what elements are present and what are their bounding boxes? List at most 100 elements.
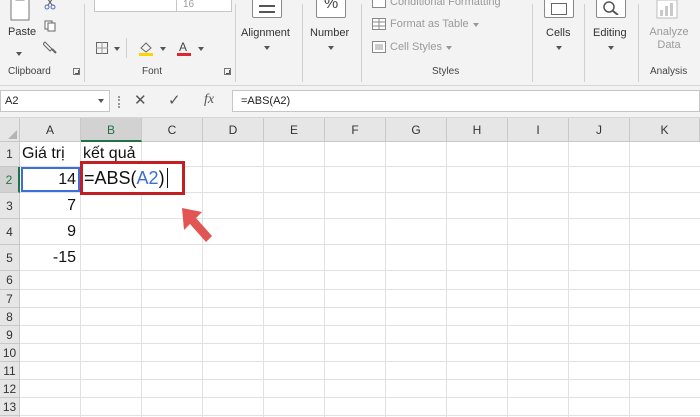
row-header-12[interactable]: 12 — [0, 380, 20, 398]
conditional-formatting-button[interactable]: Conditional Formatting — [390, 0, 501, 8]
fill-color-dropdown-icon[interactable] — [160, 47, 166, 51]
cancel-icon[interactable]: ✕ — [134, 91, 147, 109]
row-header-11[interactable]: 11 — [0, 362, 20, 380]
font-name-box[interactable] — [94, 0, 184, 12]
gridline — [20, 307, 700, 308]
formula-bar-grip-icon[interactable] — [118, 96, 120, 108]
column-header-c[interactable]: C — [142, 118, 203, 142]
data-label: Data — [657, 39, 681, 51]
borders-icon[interactable] — [96, 42, 108, 54]
cells-dropdown-icon[interactable] — [556, 46, 562, 50]
cell-a2[interactable]: 14 — [21, 167, 80, 193]
divider — [532, 4, 533, 82]
row-header-4[interactable]: 4 — [0, 219, 20, 245]
formula-prefix: =ABS( — [84, 168, 137, 188]
column-header-b[interactable]: B — [81, 118, 142, 142]
paste-icon — [10, 0, 30, 21]
divider — [235, 4, 236, 82]
row-header-1[interactable]: 1 — [0, 142, 20, 167]
cell-a1[interactable]: Giá trị — [22, 141, 65, 167]
format-as-table-dropdown-icon[interactable] — [473, 23, 479, 27]
analysis-group-label: Analysis — [650, 66, 688, 77]
alignment-dropdown-icon[interactable] — [264, 46, 270, 50]
clipboard-group-label: Clipboard — [8, 66, 51, 77]
analyze-data-button[interactable]: Analyze Data — [644, 26, 694, 52]
alignment-button[interactable]: Alignment — [241, 27, 290, 39]
row-header-9[interactable]: 9 — [0, 326, 20, 344]
divider — [302, 4, 303, 82]
number-icon: % — [316, 0, 346, 18]
name-box-value: A2 — [5, 95, 19, 107]
conditional-formatting-icon — [372, 0, 386, 8]
font-size-value: 16 — [183, 0, 195, 10]
text-cursor — [166, 168, 168, 188]
row-header-5[interactable]: 5 — [0, 245, 20, 271]
row-header-7[interactable]: 7 — [0, 290, 20, 308]
formula-bar: A2 ✕ ✓ fx =ABS(A2) — [0, 86, 700, 118]
copy-icon[interactable] — [44, 20, 56, 32]
formula-suffix: ) — [158, 168, 165, 188]
borders-dropdown-icon[interactable] — [114, 47, 120, 51]
editing-dropdown-icon[interactable] — [608, 46, 614, 50]
column-header-i[interactable]: I — [508, 118, 569, 142]
font-size-box[interactable]: 16 — [176, 0, 232, 12]
name-box-dropdown-icon[interactable] — [98, 99, 104, 103]
select-all-button[interactable] — [0, 118, 20, 142]
formula-text: =ABS(A2) — [241, 95, 291, 107]
cell-styles-button[interactable]: Cell Styles — [390, 41, 442, 53]
font-color-dropdown-icon[interactable] — [198, 47, 204, 51]
column-header-h[interactable]: H — [447, 118, 508, 142]
editing-button[interactable]: Editing — [593, 27, 627, 39]
gridline — [446, 142, 447, 417]
analyze-data-icon — [656, 0, 678, 19]
column-header-e[interactable]: E — [264, 118, 325, 142]
format-as-table-button[interactable]: Format as Table — [390, 18, 469, 30]
gridline — [629, 142, 630, 417]
gridline — [20, 397, 700, 398]
name-box[interactable]: A2 — [0, 90, 110, 112]
enter-icon[interactable]: ✓ — [168, 91, 181, 109]
row-header-10[interactable]: 10 — [0, 344, 20, 362]
cell-a4[interactable]: 9 — [21, 219, 80, 245]
format-painter-icon[interactable] — [43, 40, 57, 54]
alignment-icon — [252, 0, 282, 18]
paste-dropdown-icon[interactable] — [16, 52, 22, 56]
fill-color-icon[interactable] — [138, 40, 154, 56]
column-header-d[interactable]: D — [203, 118, 264, 142]
gridline — [20, 244, 700, 245]
formula-buttons: ✕ ✓ fx — [126, 90, 226, 112]
gridline — [507, 142, 508, 417]
row-header-3[interactable]: 3 — [0, 193, 20, 219]
paste-button[interactable]: Paste — [4, 0, 38, 42]
cells-button[interactable]: Cells — [546, 27, 570, 39]
gridline — [20, 270, 700, 271]
divider — [361, 4, 362, 82]
column-header-a[interactable]: A — [20, 118, 81, 142]
column-header-g[interactable]: G — [386, 118, 447, 142]
row-header-6[interactable]: 6 — [0, 271, 20, 290]
font-group-label: Font — [142, 66, 163, 77]
formula-input[interactable]: =ABS(A2) — [232, 90, 700, 112]
number-button[interactable]: Number — [310, 27, 349, 39]
column-header-j[interactable]: J — [569, 118, 630, 142]
cell-a3[interactable]: 7 — [21, 193, 80, 219]
divider — [638, 4, 639, 82]
cell-styles-dropdown-icon[interactable] — [446, 46, 452, 50]
column-header-k[interactable]: K — [630, 118, 700, 142]
cut-icon[interactable] — [44, 0, 56, 10]
font-color-icon[interactable]: A — [176, 40, 192, 56]
row-header-2[interactable]: 2 — [0, 167, 20, 193]
cell-a5[interactable]: -15 — [21, 245, 80, 271]
row-header-8[interactable]: 8 — [0, 308, 20, 326]
insert-function-icon[interactable]: fx — [204, 92, 214, 108]
gridline — [20, 379, 700, 380]
gridline — [20, 361, 700, 362]
cell-b2-editor[interactable]: =ABS(A2) — [84, 164, 168, 192]
clipboard-launcher-icon[interactable] — [73, 68, 80, 75]
column-header-f[interactable]: F — [325, 118, 386, 142]
spreadsheet-grid: A B C D E F G H I J K 1 2 3 4 5 6 7 8 9 … — [0, 118, 700, 417]
row-header-13[interactable]: 13 — [0, 398, 20, 416]
font-launcher-icon[interactable] — [224, 68, 231, 75]
gridline — [324, 142, 325, 417]
number-dropdown-icon[interactable] — [328, 46, 334, 50]
